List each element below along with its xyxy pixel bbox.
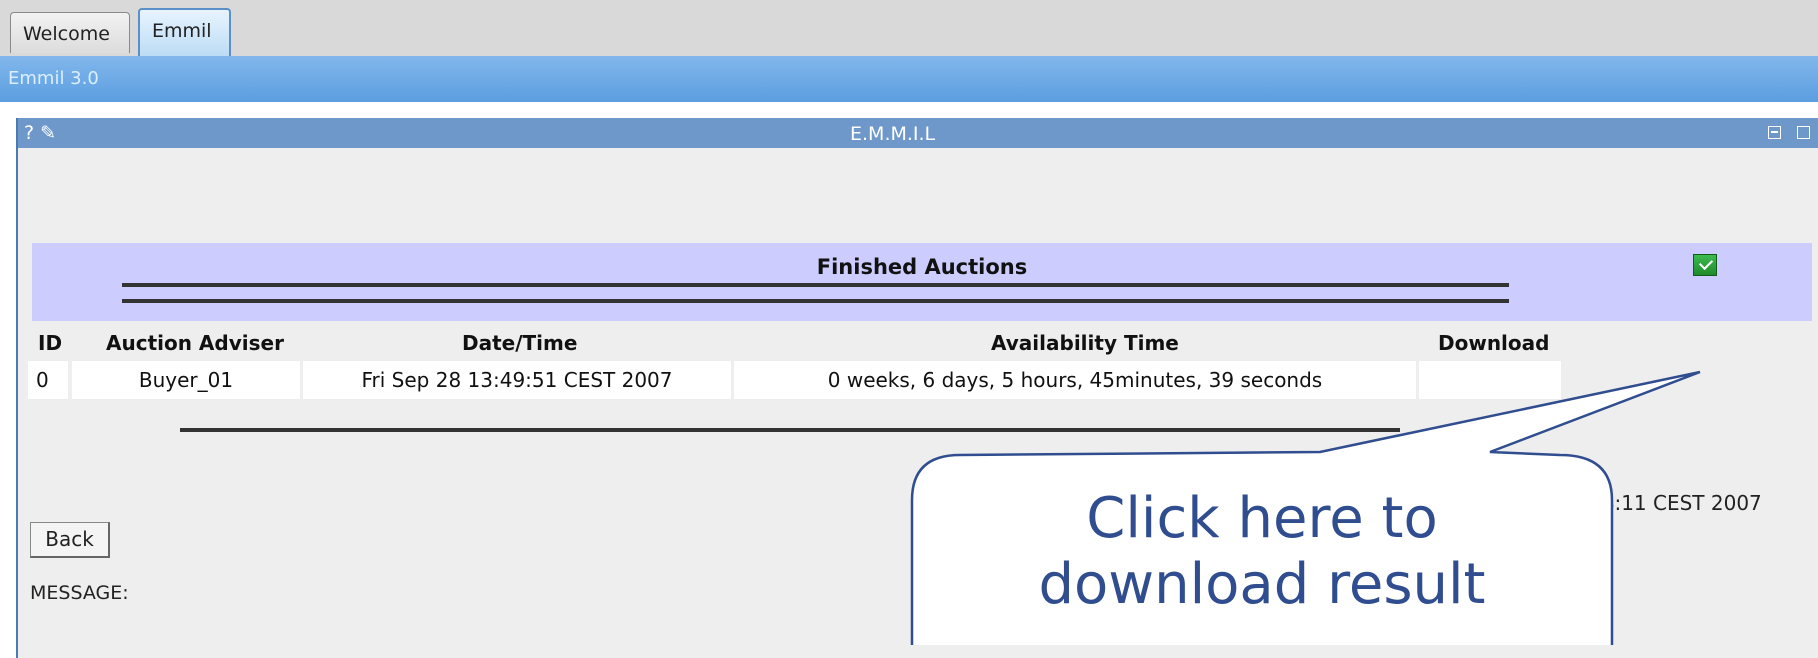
callout-text: Click here to download result — [912, 486, 1612, 646]
download-check-icon[interactable] — [1693, 254, 1717, 276]
callout-line-2: download result — [1038, 552, 1486, 617]
callout-line-1: Click here to — [1086, 486, 1438, 551]
